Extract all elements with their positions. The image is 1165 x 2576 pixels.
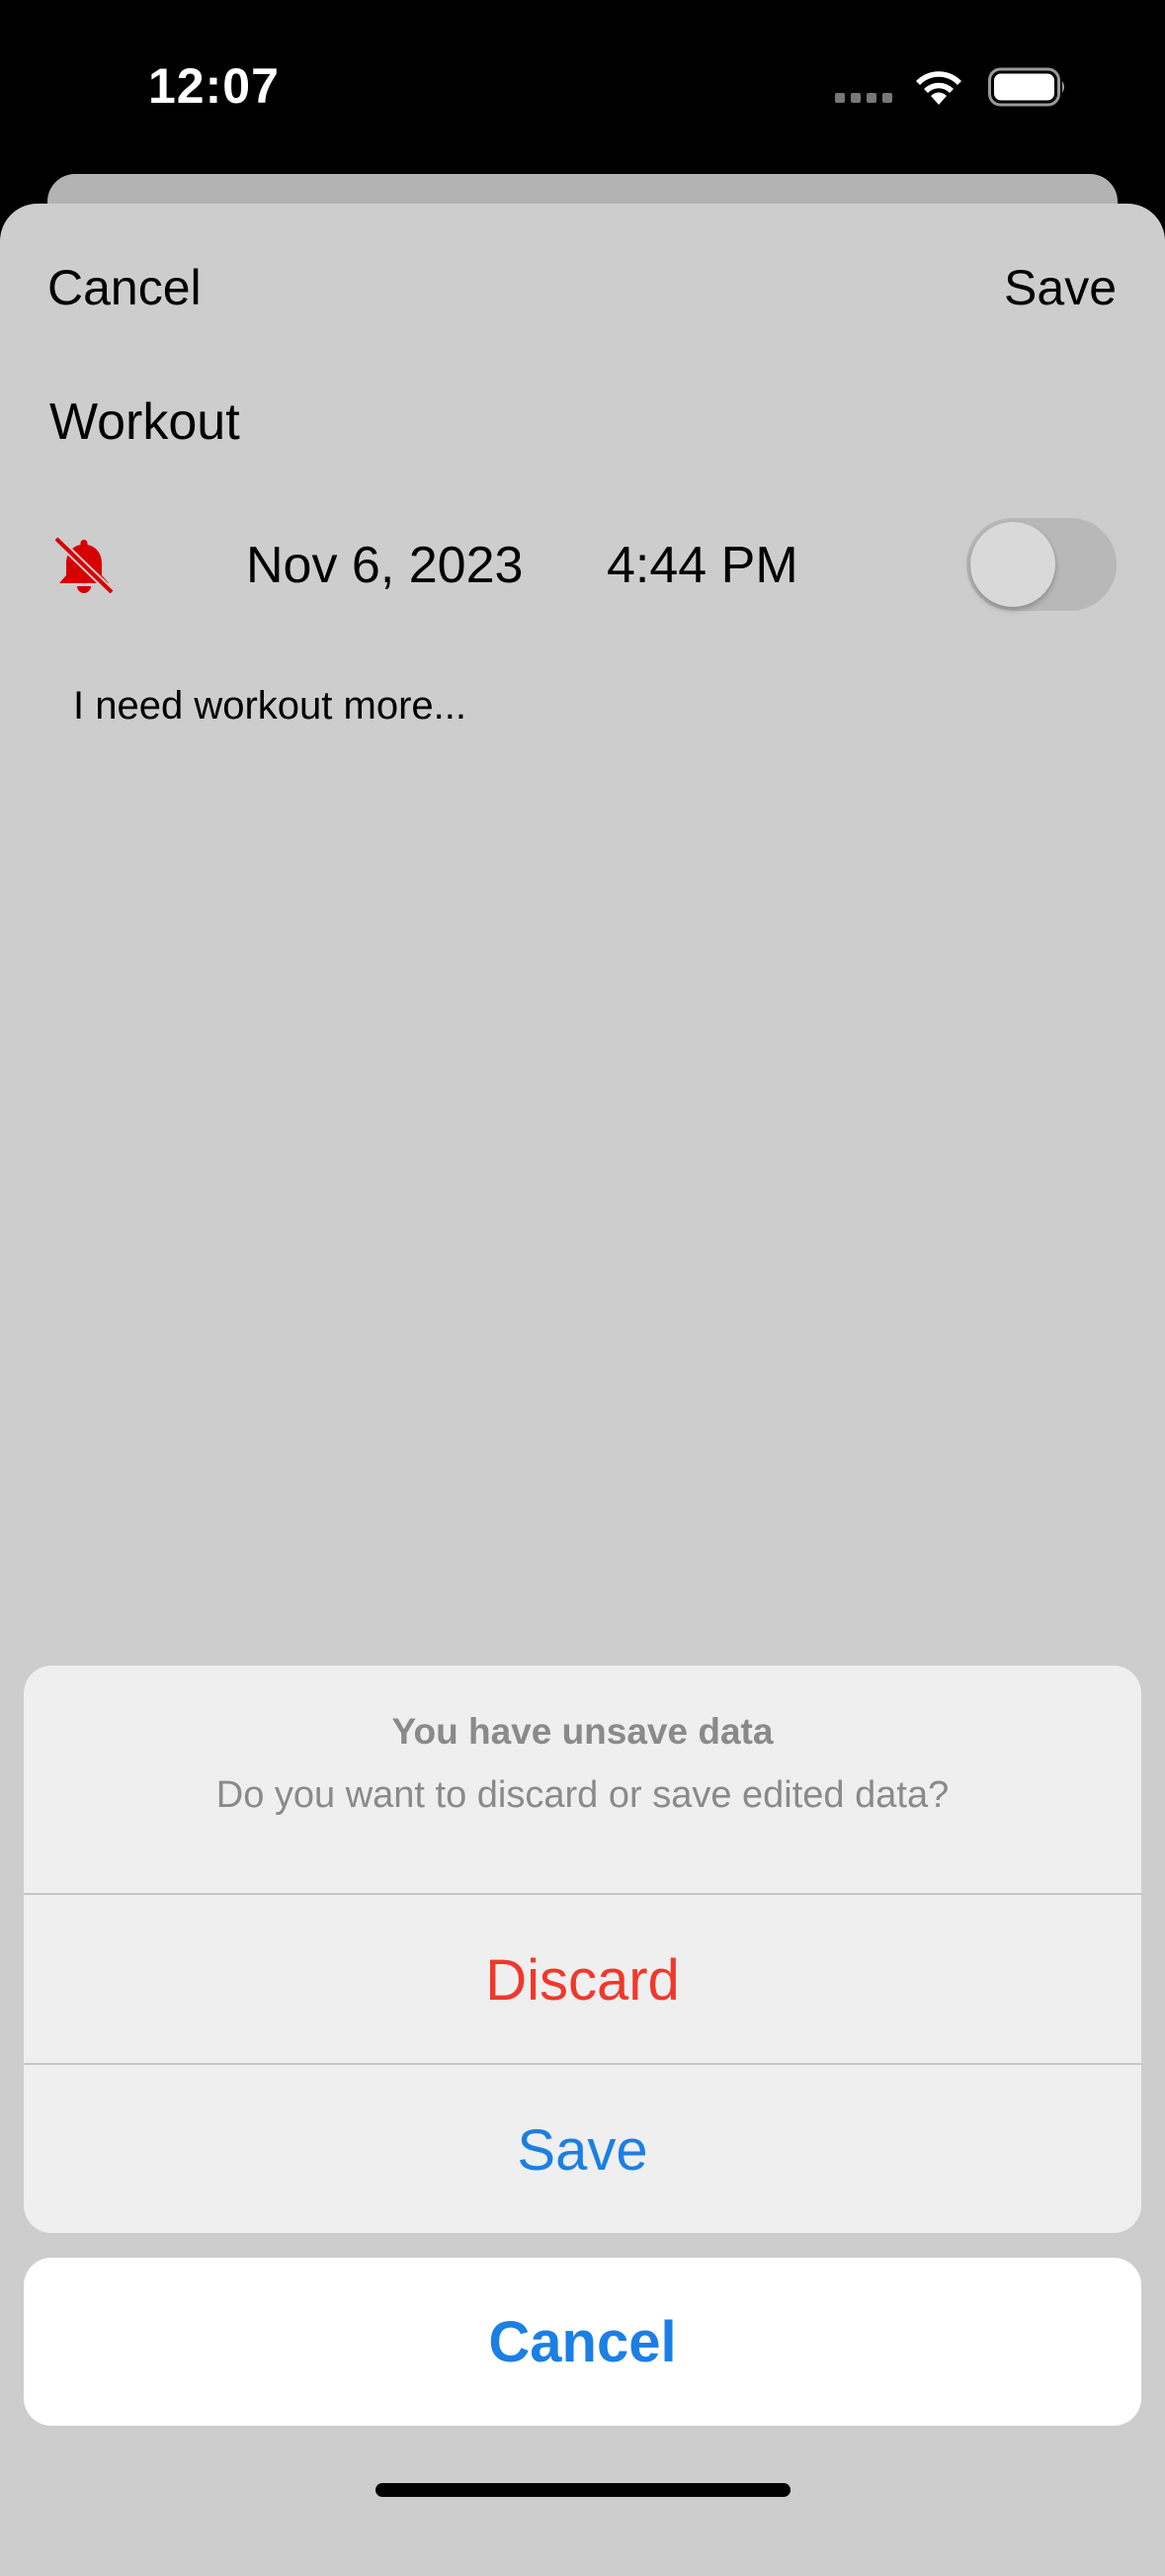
action-sheet-message: Do you want to discard or save edited da…	[215, 1774, 950, 1816]
action-sheet: You have unsave data Do you want to disc…	[24, 1666, 1141, 2233]
action-sheet-header: You have unsave data Do you want to disc…	[24, 1666, 1141, 1893]
home-indicator[interactable]	[375, 2483, 791, 2497]
action-sheet-title: You have unsave data	[391, 1711, 774, 1752]
cancel-button[interactable]: Cancel	[24, 2258, 1141, 2426]
save-button[interactable]: Save	[24, 2063, 1141, 2233]
discard-button[interactable]: Discard	[24, 1893, 1141, 2065]
